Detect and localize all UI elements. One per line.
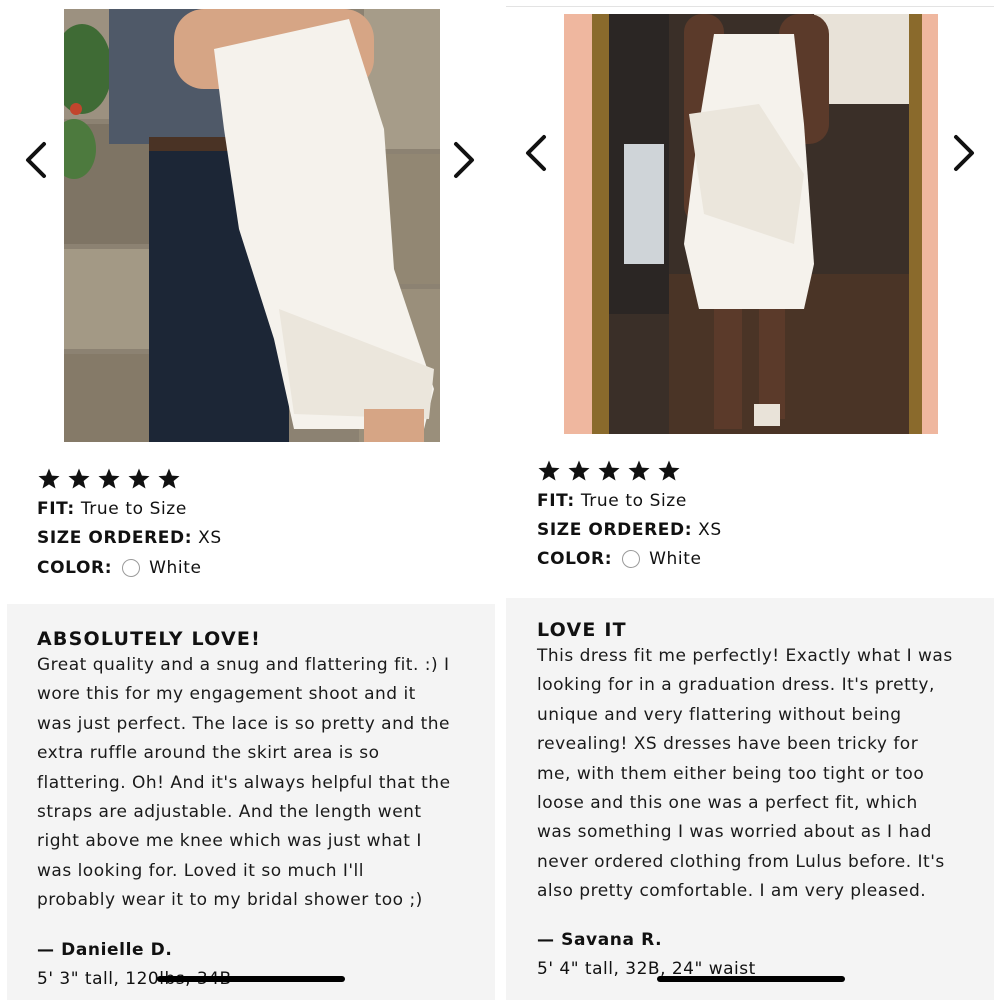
review-body-line: was looking for. Loved it so much I'll [37, 860, 365, 881]
color-label: COLOR: [537, 549, 613, 569]
star-icon [128, 468, 150, 489]
size-label: SIZE ORDERED: [37, 528, 193, 548]
review-photo-mirror[interactable] [564, 14, 938, 434]
size-value: XS [198, 528, 222, 548]
review-title: ABSOLUTELY LOVE! [37, 628, 261, 650]
review-body-line: Great quality and a snug and flattering … [37, 655, 450, 675]
star-icon [568, 460, 590, 481]
chevron-left-icon [526, 135, 546, 171]
review-body-line: revealing! XS dresses have been tricky f… [537, 734, 919, 755]
review-body: Great quality and a snug and flattering … [37, 651, 487, 916]
star-icon [158, 468, 180, 489]
prev-photo-button[interactable] [516, 128, 556, 178]
review-body-line: probably wear it to my bridal shower too… [37, 890, 423, 911]
color-attribute: COLOR: White [37, 558, 202, 578]
review-photo-engagement[interactable] [64, 9, 440, 442]
review-card-left: FIT: True to Size SIZE ORDERED: XS COLOR… [0, 0, 500, 1000]
fit-attribute: FIT: True to Size [537, 491, 687, 511]
fit-value: True to Size [580, 491, 687, 511]
review-body-line: right above me knee which was just what … [37, 831, 422, 852]
prev-photo-button[interactable] [16, 135, 56, 185]
review-body-line: loose and this one was a perfect fit, wh… [537, 793, 918, 814]
next-photo-button[interactable] [944, 128, 984, 178]
review-body-line: wore this for my engagement shoot and it [37, 684, 416, 705]
star-icon [68, 468, 90, 489]
chevron-right-icon [954, 135, 974, 171]
star-icon [538, 460, 560, 481]
star-rating [537, 459, 681, 483]
review-body-line: was just perfect. The lace is so pretty … [37, 713, 450, 734]
color-swatch [622, 550, 641, 568]
color-value: White [149, 558, 202, 578]
star-rating [37, 467, 181, 491]
star-icon [38, 468, 60, 489]
review-body-line: This dress fit me perfectly! Exactly wha… [537, 646, 953, 666]
star-icon [98, 468, 120, 489]
review-card-right: FIT: True to Size SIZE ORDERED: XS COLOR… [500, 0, 1000, 1000]
size-attribute: SIZE ORDERED: XS [537, 520, 722, 540]
color-label: COLOR: [37, 558, 113, 578]
color-attribute: COLOR: White [537, 549, 702, 569]
review-body-line: never ordered clothing from Lulus before… [537, 851, 945, 872]
review-body-line: was something I was worried about as I h… [537, 822, 932, 843]
star-icon [628, 460, 650, 481]
review-body-line: looking for in a graduation dress. It's … [537, 675, 935, 696]
star-icon [658, 460, 680, 481]
star-icon [598, 460, 620, 481]
fit-label: FIT: [37, 499, 75, 519]
top-divider [506, 6, 994, 7]
size-label: SIZE ORDERED: [537, 520, 693, 540]
review-body-line: straps are adjustable. And the length we… [37, 802, 422, 823]
chevron-left-icon [26, 142, 46, 178]
next-photo-button[interactable] [444, 135, 484, 185]
fit-value: True to Size [80, 499, 187, 519]
fit-label: FIT: [537, 491, 575, 511]
photo-image [564, 14, 938, 434]
home-indicator [157, 976, 345, 982]
fit-attribute: FIT: True to Size [37, 499, 187, 519]
reviewer-name: — Danielle D. [37, 940, 173, 960]
review-body-line: extra ruffle around the skirt area is so [37, 743, 380, 764]
review-body-line: me, with them either being too tight or … [537, 763, 925, 784]
size-attribute: SIZE ORDERED: XS [37, 528, 222, 548]
size-value: XS [698, 520, 722, 540]
review-title: LOVE IT [537, 619, 627, 641]
home-indicator [657, 976, 845, 982]
review-body-line: also pretty comfortable. I am very pleas… [537, 881, 927, 902]
review-body-line: unique and very flattering without being [537, 704, 902, 725]
photo-image [64, 9, 440, 442]
review-body: This dress fit me perfectly! Exactly wha… [537, 642, 987, 907]
chevron-right-icon [454, 142, 474, 178]
color-value: White [649, 549, 702, 569]
color-swatch [122, 559, 141, 577]
review-body-line: flattering. Oh! And it's always helpful … [37, 772, 451, 793]
reviewer-name: — Savana R. [537, 930, 663, 950]
